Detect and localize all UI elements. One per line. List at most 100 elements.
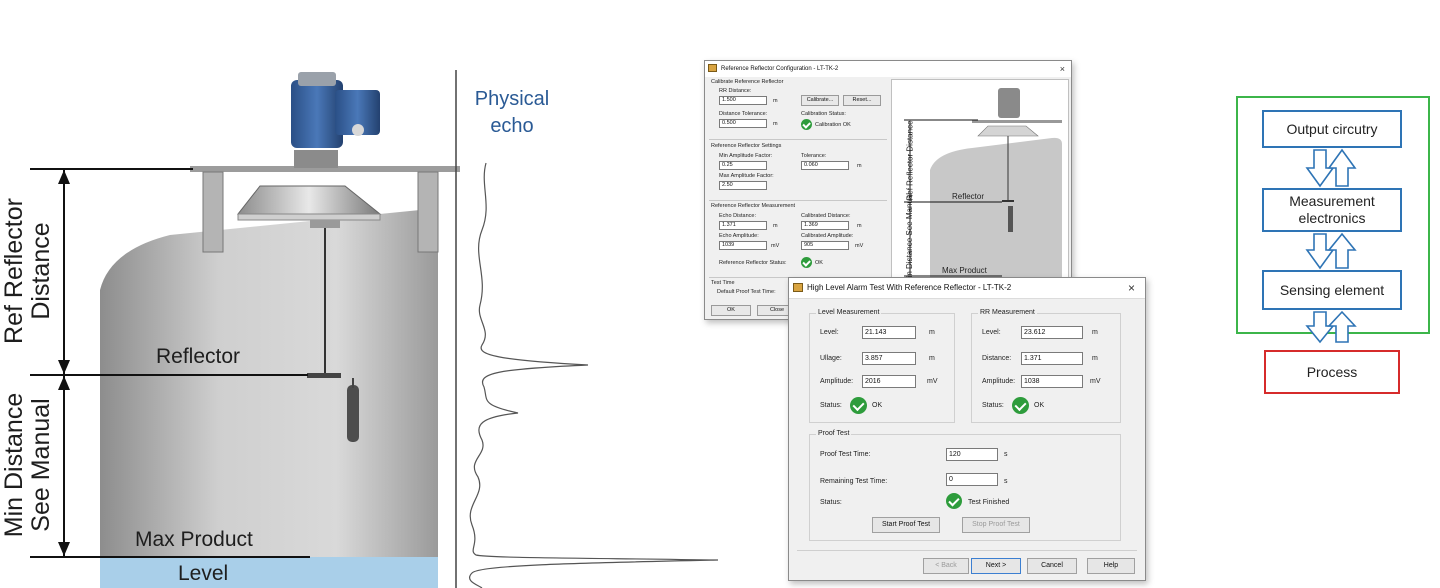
distance-tolerance-input[interactable]: 0.500 — [719, 119, 767, 128]
min-amp-label: Min Amplitude Factor: — [719, 153, 773, 159]
config-dialog-title: Reference Reflector Configuration - LT-T… — [721, 66, 839, 72]
ref-reflector-distance-label: Ref Reflector Distance — [0, 191, 55, 351]
level-measurement-group: Level Measurement Level: 21.143 m Ullage… — [809, 309, 955, 423]
illus-ref-reflector-label: Ref Reflector Distance — [905, 120, 915, 201]
illus-max-product-label: Max Product — [942, 266, 987, 275]
close-icon[interactable]: × — [1128, 278, 1135, 298]
reflector-label: Reflector — [156, 345, 241, 368]
default-proof-label: Default Proof Test Time: — [717, 289, 776, 295]
cancel-button[interactable]: Cancel — [1027, 558, 1077, 574]
help-button[interactable]: Help — [1087, 558, 1135, 574]
calibrated-distance-field: 1.369 — [801, 221, 849, 230]
rr-distance-label: RR Distance: — [719, 88, 752, 94]
ullage-label: Ullage: — [820, 355, 842, 362]
arrow-pair-middle — [1305, 232, 1357, 270]
level-label: Level: — [820, 329, 839, 336]
proof-status-label: Status: — [820, 499, 842, 506]
calibrated-amplitude-field: 905 — [801, 241, 849, 250]
measurement-group-label: Reference Reflector Measurement — [711, 203, 796, 209]
arrow-pair-bottom — [1305, 310, 1357, 344]
max-amp-input[interactable]: 2.50 — [719, 181, 767, 190]
unit-mv: mV — [771, 243, 780, 249]
tolerance-input[interactable]: 0.060 — [801, 161, 849, 170]
stop-proof-test-button[interactable]: Stop Proof Test — [962, 517, 1030, 533]
rr-distance-field: 1.371 — [1021, 352, 1083, 365]
distance-tolerance-label: Distance Tolerance: — [719, 111, 768, 117]
unit-m: m — [773, 223, 778, 229]
level-group-title: Level Measurement — [816, 309, 882, 316]
illus-reflector-label: Reflector — [952, 192, 985, 201]
app-icon — [708, 64, 717, 72]
calibrated-distance-label: Calibrated Distance: — [801, 213, 851, 219]
min-amp-input[interactable]: 0.25 — [719, 161, 767, 170]
status-label: Status: — [820, 402, 842, 409]
illus-min-distance-label: Min Distance See Manual — [905, 192, 915, 285]
amplitude-label: Amplitude: — [820, 378, 854, 385]
echo-amplitude-label: Echo Amplitude: — [719, 233, 759, 239]
max-product-label: Max Product — [135, 528, 253, 551]
unit-m: m — [929, 355, 935, 362]
block-diagram: Output circutry Measurement electronics … — [1236, 96, 1432, 396]
min-distance-label: Min Distance See Manual — [0, 385, 55, 545]
proof-status-value: Test Finished — [968, 499, 1010, 506]
calibrate-group-label: Calibrate Reference Reflector — [711, 79, 784, 85]
unit-mv: mV — [1090, 378, 1101, 385]
alarm-dialog-titlebar: High Level Alarm Test With Reference Ref… — [789, 278, 1145, 299]
unit-s: s — [1004, 478, 1008, 485]
tolerance-label: Tolerance: — [801, 153, 827, 159]
down-arrow-icon — [1305, 233, 1335, 270]
rr-group-title: RR Measurement — [978, 309, 1037, 316]
echo-distance-label: Echo Distance: — [719, 213, 756, 219]
calibrated-amplitude-label: Calibrated Amplitude: — [801, 233, 854, 239]
footer-divider — [797, 550, 1137, 551]
unit-m: m — [1092, 329, 1098, 336]
unit-m: m — [773, 121, 778, 127]
back-button[interactable]: < Back — [923, 558, 969, 574]
config-dialog-titlebar: Reference Reflector Configuration - LT-T… — [705, 61, 1071, 77]
unit-mv: mV — [927, 378, 938, 385]
ok-button[interactable]: OK — [711, 305, 751, 316]
proof-status-ok-icon — [946, 493, 962, 509]
min-distance-line1: Min Distance — [0, 392, 28, 538]
calibrate-button[interactable]: Calibrate... — [801, 95, 839, 106]
reset-button[interactable]: Reset... — [843, 95, 881, 106]
unit-s: s — [1004, 451, 1008, 458]
down-arrow-icon — [1305, 311, 1335, 344]
divider — [709, 139, 887, 140]
proof-time-input[interactable]: 120 — [946, 448, 998, 461]
ref-reflector-line1: Ref Reflector — [0, 198, 28, 344]
start-proof-test-button[interactable]: Start Proof Test — [872, 517, 940, 533]
ref-reflector-line2: Distance — [27, 222, 55, 320]
unit-mv: mV — [855, 243, 864, 249]
min-distance-line2: See Manual — [27, 398, 55, 532]
alarm-test-dialog: High Level Alarm Test With Reference Ref… — [788, 277, 1146, 581]
unit-m: m — [929, 329, 935, 336]
status-ok-icon — [850, 397, 867, 414]
echo-distance-field: 1.371 — [719, 221, 767, 230]
rr-status-value: OK — [815, 260, 823, 266]
arrow-pair-top — [1305, 148, 1357, 188]
proof-group-title: Proof Test — [816, 430, 852, 437]
test-time-label: Test Time — [711, 280, 735, 286]
rr-status-label: Status: — [982, 402, 1004, 409]
amplitude-field: 2016 — [862, 375, 916, 388]
rr-distance-input[interactable]: 1.500 — [719, 96, 767, 105]
unit-m: m — [857, 223, 862, 229]
proof-time-label: Proof Test Time: — [820, 451, 871, 458]
divider — [709, 200, 887, 201]
echo-title: Physical echo — [470, 86, 554, 140]
calibration-status-label: Calibration Status: — [801, 111, 846, 117]
remaining-field: 0 — [946, 473, 998, 486]
unit-m: m — [1092, 355, 1098, 362]
ullage-field: 3.857 — [862, 352, 916, 365]
next-button[interactable]: Next > — [971, 558, 1021, 574]
echo-line — [469, 162, 719, 588]
rr-level-field: 23.612 — [1021, 326, 1083, 339]
calibration-status-value: Calibration OK — [815, 122, 851, 128]
echo-curve — [469, 162, 719, 588]
close-icon[interactable]: × — [1060, 61, 1065, 77]
level-field: 21.143 — [862, 326, 916, 339]
echo-title-line2: echo — [490, 115, 534, 137]
rr-distance-label: Distance: — [982, 355, 1012, 362]
up-arrow-icon — [1327, 148, 1357, 187]
